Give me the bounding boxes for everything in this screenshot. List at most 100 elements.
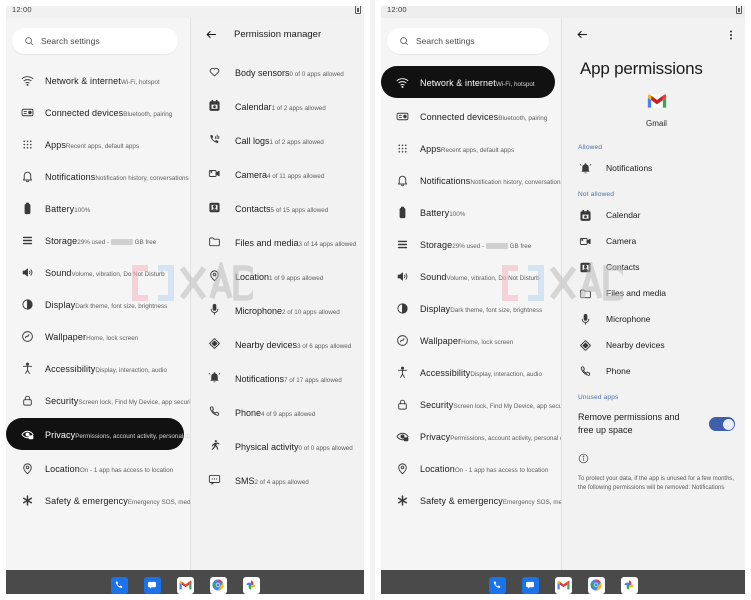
permission-item-camera[interactable]: Camera4 of 11 apps allowed: [191, 157, 370, 191]
settings-item-subtitle: Home, lock screen: [461, 339, 514, 346]
permission-item-nearby-devices[interactable]: Nearby devices3 of 6 apps allowed: [191, 327, 370, 361]
permission-status: 5 of 15 apps allowed: [270, 207, 329, 214]
more-vert-icon[interactable]: [725, 29, 737, 41]
sms-icon: [207, 472, 221, 486]
settings-item-apps[interactable]: AppsRecent apps, default apps: [6, 128, 184, 160]
storage-icon: [395, 237, 409, 251]
messages-app-icon[interactable]: [143, 576, 161, 594]
settings-item-location[interactable]: LocationOn - 1 app has access to locatio…: [6, 452, 184, 484]
permission-name: Call logs: [235, 136, 270, 146]
app-permission-name: Files and media: [606, 288, 667, 298]
status-bar-left: 12:00: [0, 0, 370, 18]
app-permissions-pane: App permissions Gmail Allowed Notificati…: [561, 18, 751, 600]
settings-item-title: Location: [420, 464, 455, 474]
settings-item-accessibility[interactable]: AccessibilityDisplay, interaction, audio: [381, 356, 555, 388]
permission-item-body-sensors[interactable]: Body sensors0 of 0 apps allowed: [191, 55, 370, 89]
search-input[interactable]: Search settings: [12, 28, 178, 54]
storage-icon: [20, 233, 34, 247]
permission-item-notifications[interactable]: Notifications7 of 17 apps allowed: [191, 361, 370, 395]
permission-item-contacts[interactable]: Contacts5 of 15 apps allowed: [191, 191, 370, 225]
gmail-app-icon[interactable]: [554, 576, 572, 594]
settings-item-title: Connected devices: [420, 112, 499, 122]
remove-permissions-toggle[interactable]: [709, 417, 735, 431]
app-permission-item-files-and-media[interactable]: Files and media: [562, 280, 751, 306]
settings-item-location[interactable]: LocationOn - 1 app has access to locatio…: [381, 452, 555, 484]
settings-item-wallpaper[interactable]: WallpaperHome, lock screen: [6, 320, 184, 352]
remove-permissions-row[interactable]: Remove permissions and free up space: [562, 405, 751, 439]
permission-item-microphone[interactable]: Microphone2 of 10 apps allowed: [191, 293, 370, 327]
settings-list-pane-right[interactable]: Search settings Network & internetWi-Fi,…: [375, 18, 561, 600]
settings-item-privacy[interactable]: PrivacyPermissions, account activity, pe…: [6, 418, 190, 450]
bell-icon: [20, 169, 34, 183]
settings-item-sound[interactable]: SoundVolume, vibration, Do Not Disturb: [6, 256, 184, 288]
settings-item-sound[interactable]: SoundVolume, vibration, Do Not Disturb: [381, 260, 555, 292]
settings-item-notifications[interactable]: NotificationsNotification history, conve…: [6, 160, 189, 192]
chrome-app-icon[interactable]: [587, 576, 605, 594]
settings-item-security[interactable]: SecurityScreen lock, Find My Device, app…: [6, 384, 190, 416]
messages-app-icon[interactable]: [521, 576, 539, 594]
app-permission-item-contacts[interactable]: Contacts: [562, 254, 751, 280]
taskbar-left[interactable]: [0, 570, 370, 600]
back-arrow-icon[interactable]: [576, 28, 589, 41]
settings-item-subtitle: Permissions, account activity, personal …: [450, 435, 561, 442]
unused-apps-note: To protect your data, if the app is unus…: [578, 476, 735, 491]
app-permission-name: Notifications: [606, 163, 653, 173]
permission-item-call-logs[interactable]: Call logs1 of 2 apps allowed: [191, 123, 370, 157]
app-permission-item-camera[interactable]: Camera: [562, 228, 751, 254]
settings-item-title: Connected devices: [45, 108, 124, 118]
permission-item-phone[interactable]: Phone4 of 9 apps allowed: [191, 395, 370, 429]
search-input[interactable]: Search settings: [387, 28, 549, 54]
settings-item-connected-devices[interactable]: Connected devicesBluetooth, pairing: [381, 100, 555, 132]
wifi-icon: [395, 75, 409, 89]
contacts-icon: [207, 200, 221, 214]
settings-item-title: Notifications: [45, 172, 96, 182]
privacy-icon: [20, 427, 34, 441]
settings-item-apps[interactable]: AppsRecent apps, default apps: [381, 132, 555, 164]
taskbar-right[interactable]: [375, 570, 751, 600]
phone-icon: [578, 364, 592, 378]
photos-app-icon[interactable]: [620, 576, 638, 594]
app-permission-item-calendar[interactable]: Calendar: [562, 202, 751, 228]
settings-item-subtitle: Display, interaction, audio: [470, 371, 542, 378]
settings-item-title: Sound: [45, 268, 72, 278]
settings-item-wallpaper[interactable]: WallpaperHome, lock screen: [381, 324, 555, 356]
settings-item-storage[interactable]: Storage29% used - GB free: [6, 224, 184, 256]
settings-item-safety-emergency[interactable]: Safety & emergencyEmergency SOS, medical…: [6, 484, 190, 516]
settings-item-connected-devices[interactable]: Connected devicesBluetooth, pairing: [6, 96, 184, 128]
phone-app-icon[interactable]: [488, 576, 506, 594]
settings-item-notifications[interactable]: NotificationsNotification history, conve…: [381, 164, 561, 196]
permission-item-calendar[interactable]: Calendar1 of 2 apps allowed: [191, 89, 370, 123]
gmail-app-icon[interactable]: [176, 576, 194, 594]
back-arrow-icon[interactable]: [205, 28, 218, 41]
app-name: Gmail: [646, 119, 667, 128]
chrome-app-icon[interactable]: [209, 576, 227, 594]
settings-item-subtitle: Bluetooth, pairing: [498, 115, 548, 122]
settings-item-security[interactable]: SecurityScreen lock, Find My Device, app…: [381, 388, 561, 420]
settings-item-display[interactable]: DisplayDark theme, font size, brightness: [6, 288, 184, 320]
settings-item-subtitle: Recent apps, default apps: [65, 143, 140, 150]
permission-item-sms[interactable]: SMS2 of 4 apps allowed: [191, 463, 370, 497]
settings-item-accessibility[interactable]: AccessibilityDisplay, interaction, audio: [6, 352, 184, 384]
app-permission-item-phone[interactable]: Phone: [562, 358, 751, 384]
permission-item-location[interactable]: Location1 of 9 apps allowed: [191, 259, 370, 293]
settings-item-network-internet[interactable]: Network & internetWi-Fi, hotspot: [381, 66, 555, 98]
photos-app-icon[interactable]: [242, 576, 260, 594]
settings-item-safety-emergency[interactable]: Safety & emergencyEmergency SOS, medical…: [381, 484, 561, 516]
settings-item-battery[interactable]: Battery100%: [6, 192, 184, 224]
app-permission-item-notifications[interactable]: Notifications: [562, 155, 751, 181]
settings-item-subtitle: Home, lock screen: [86, 335, 139, 342]
phone-app-icon[interactable]: [110, 576, 128, 594]
settings-item-privacy[interactable]: PrivacyPermissions, account activity, pe…: [381, 420, 561, 452]
settings-list-pane-left[interactable]: Search settings Network & internetWi-Fi,…: [0, 18, 190, 600]
location-icon: [207, 268, 221, 282]
app-permission-item-microphone[interactable]: Microphone: [562, 306, 751, 332]
permission-item-physical-activity[interactable]: Physical activity0 of 0 apps allowed: [191, 429, 370, 463]
app-permission-item-nearby-devices[interactable]: Nearby devices: [562, 332, 751, 358]
settings-item-display[interactable]: DisplayDark theme, font size, brightness: [381, 292, 555, 324]
settings-item-battery[interactable]: Battery100%: [381, 196, 555, 228]
info-row: [562, 439, 751, 469]
microphone-icon: [578, 312, 592, 326]
settings-item-network-internet[interactable]: Network & internetWi-Fi, hotspot: [6, 64, 184, 96]
permission-item-files-and-media[interactable]: Files and media3 of 14 apps allowed: [191, 225, 370, 259]
settings-item-storage[interactable]: Storage29% used - GB free: [381, 228, 555, 260]
